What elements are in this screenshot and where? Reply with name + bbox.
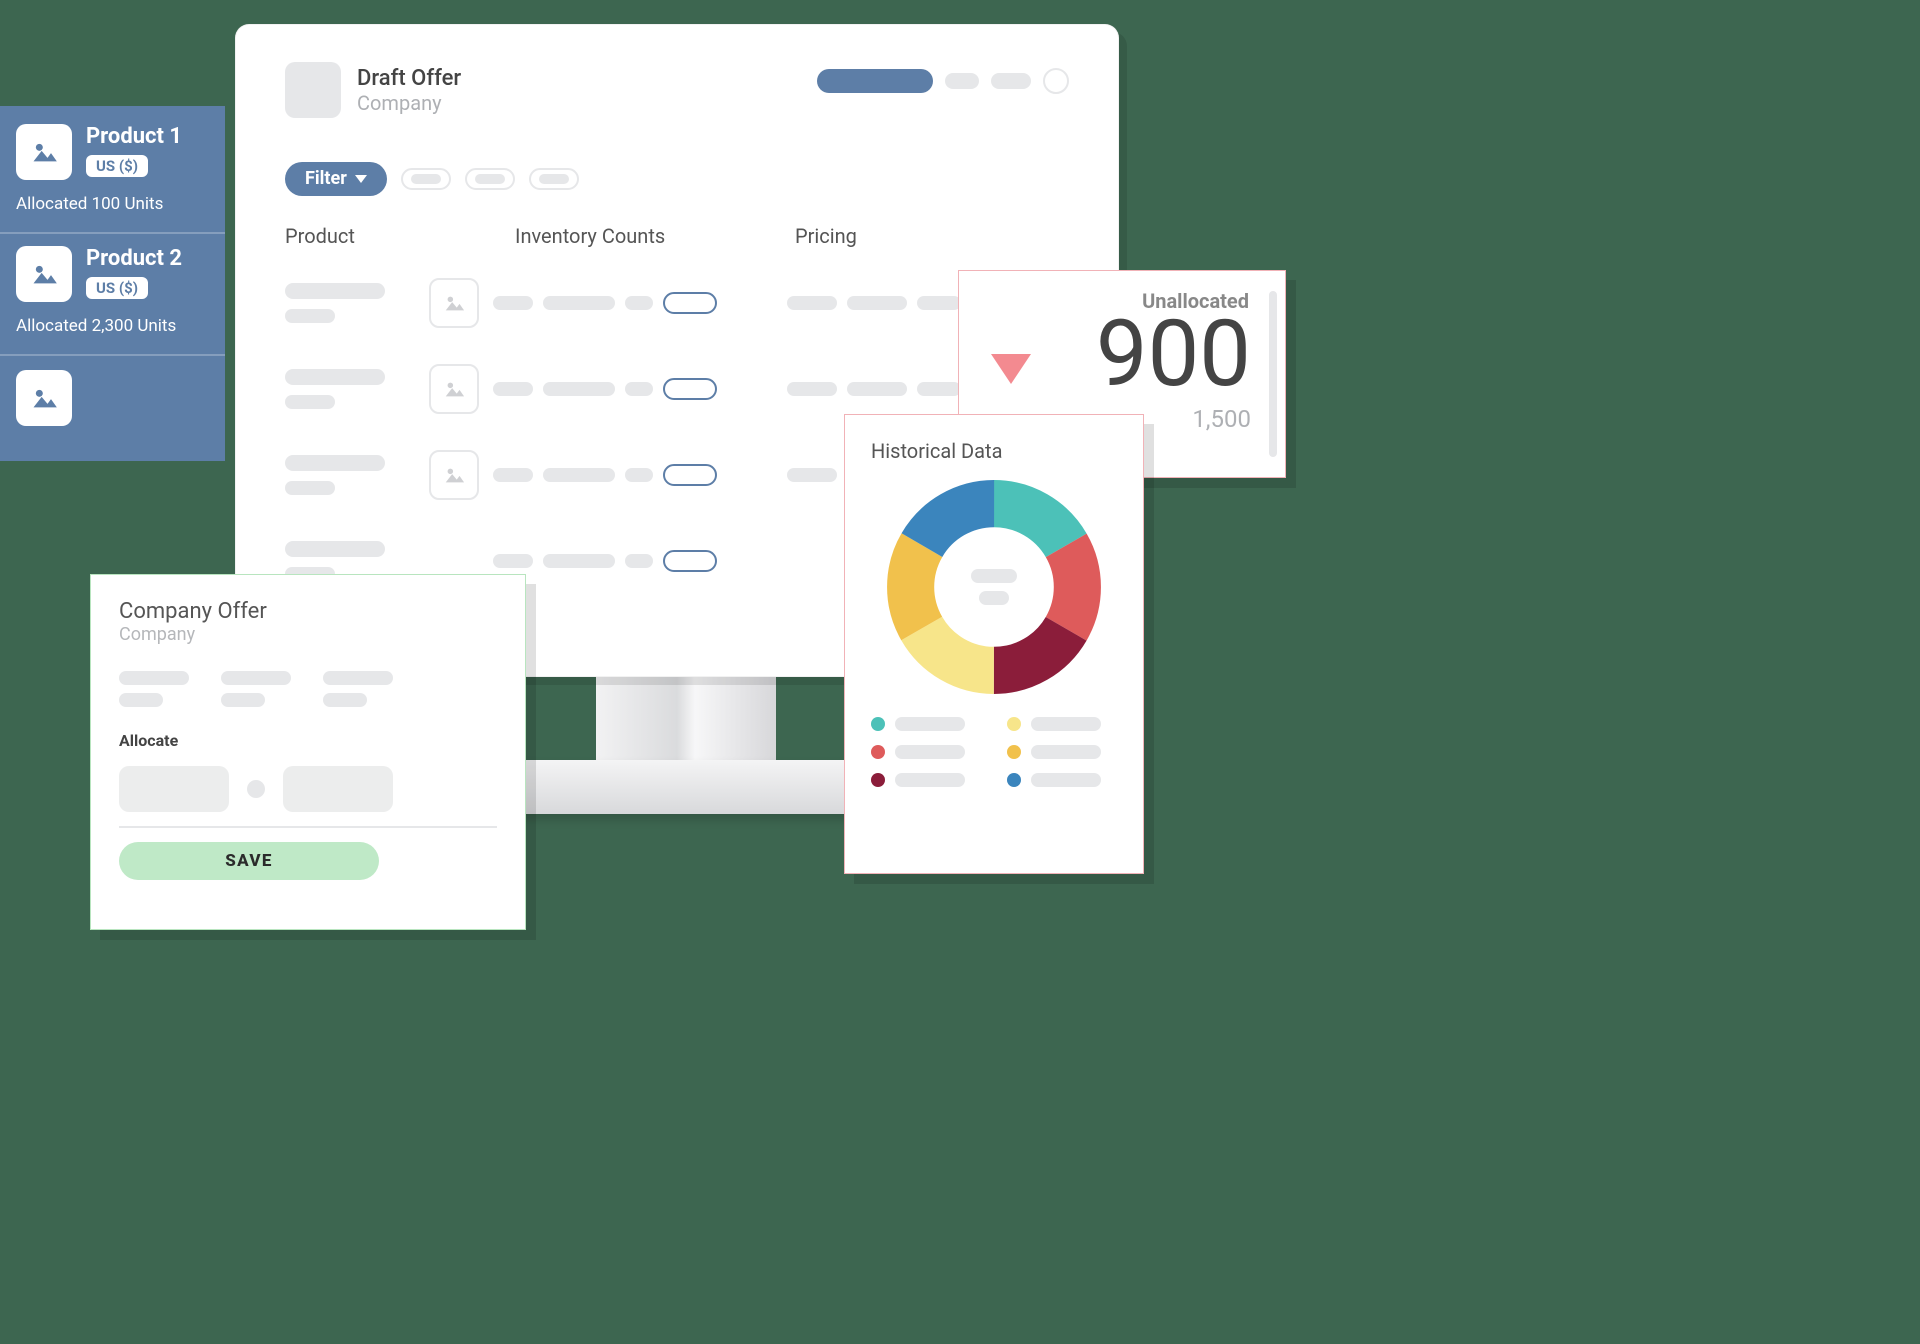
inventory-input[interactable] [663, 292, 717, 314]
image-icon [16, 370, 72, 426]
metric-label: Unallocated [1142, 289, 1249, 313]
divider [119, 826, 497, 828]
header-avatar-circle[interactable] [1043, 68, 1069, 94]
legend-item [1007, 745, 1117, 759]
allocate-toggle[interactable] [247, 780, 265, 798]
donut-center [884, 477, 1104, 697]
filter-chip[interactable] [529, 168, 579, 190]
legend-item [871, 745, 981, 759]
product-item[interactable]: Product 1 US ($) Allocated 100 Units [0, 112, 225, 232]
image-icon [429, 278, 479, 328]
table-row[interactable] [285, 260, 1069, 346]
trend-down-icon [991, 354, 1031, 384]
metric-value: 900 [1045, 309, 1251, 401]
save-button-label: SAVE [225, 851, 273, 871]
product-item-stub [0, 354, 225, 426]
image-icon [16, 124, 72, 180]
column-header-inventory: Inventory Counts [515, 224, 795, 248]
inventory-input[interactable] [663, 378, 717, 400]
donut-legend [871, 717, 1117, 787]
filter-label: Filter [305, 168, 347, 189]
product-item[interactable]: Product 2 US ($) Allocated 2,300 Units [0, 232, 225, 354]
filter-chip[interactable] [401, 168, 451, 190]
company-offer-card: Company Offer Company Allocate SAVE [90, 574, 526, 930]
product-panel: Product 1 US ($) Allocated 100 Units Pro… [0, 106, 225, 461]
legend-item [1007, 773, 1117, 787]
chevron-down-icon [355, 175, 367, 183]
product-allocation: Allocated 2,300 Units [16, 316, 209, 336]
allocate-input[interactable] [283, 766, 393, 812]
save-button[interactable]: SAVE [119, 842, 379, 880]
page-subtitle: Company [357, 92, 461, 115]
scrollbar[interactable] [1269, 291, 1277, 457]
filter-chip[interactable] [465, 168, 515, 190]
image-icon [429, 450, 479, 500]
legend-item [871, 773, 981, 787]
inventory-input[interactable] [663, 464, 717, 486]
legend-item [871, 717, 981, 731]
filter-button[interactable]: Filter [285, 162, 387, 196]
historical-title: Historical Data [871, 439, 1117, 463]
inventory-input[interactable] [663, 550, 717, 572]
primary-action-pill[interactable] [817, 69, 933, 93]
page-title: Draft Offer [357, 65, 461, 93]
image-icon [16, 246, 72, 302]
header-chip[interactable] [945, 73, 979, 89]
column-header-product: Product [285, 224, 515, 248]
column-header-pricing: Pricing [795, 224, 1069, 248]
allocate-input[interactable] [119, 766, 229, 812]
offer-subtitle: Company [119, 624, 497, 645]
avatar [285, 62, 341, 118]
legend-item [1007, 717, 1117, 731]
product-name: Product 2 [86, 246, 182, 271]
product-allocation: Allocated 100 Units [16, 194, 209, 214]
offer-title: Company Offer [119, 599, 497, 624]
header-chip[interactable] [991, 73, 1031, 89]
currency-badge: US ($) [86, 155, 148, 177]
currency-badge: US ($) [86, 277, 148, 299]
historical-data-card: Historical Data [844, 414, 1144, 874]
monitor-stand-base [510, 760, 864, 814]
allocate-label: Allocate [119, 731, 497, 750]
image-icon [429, 364, 479, 414]
product-name: Product 1 [86, 124, 182, 149]
